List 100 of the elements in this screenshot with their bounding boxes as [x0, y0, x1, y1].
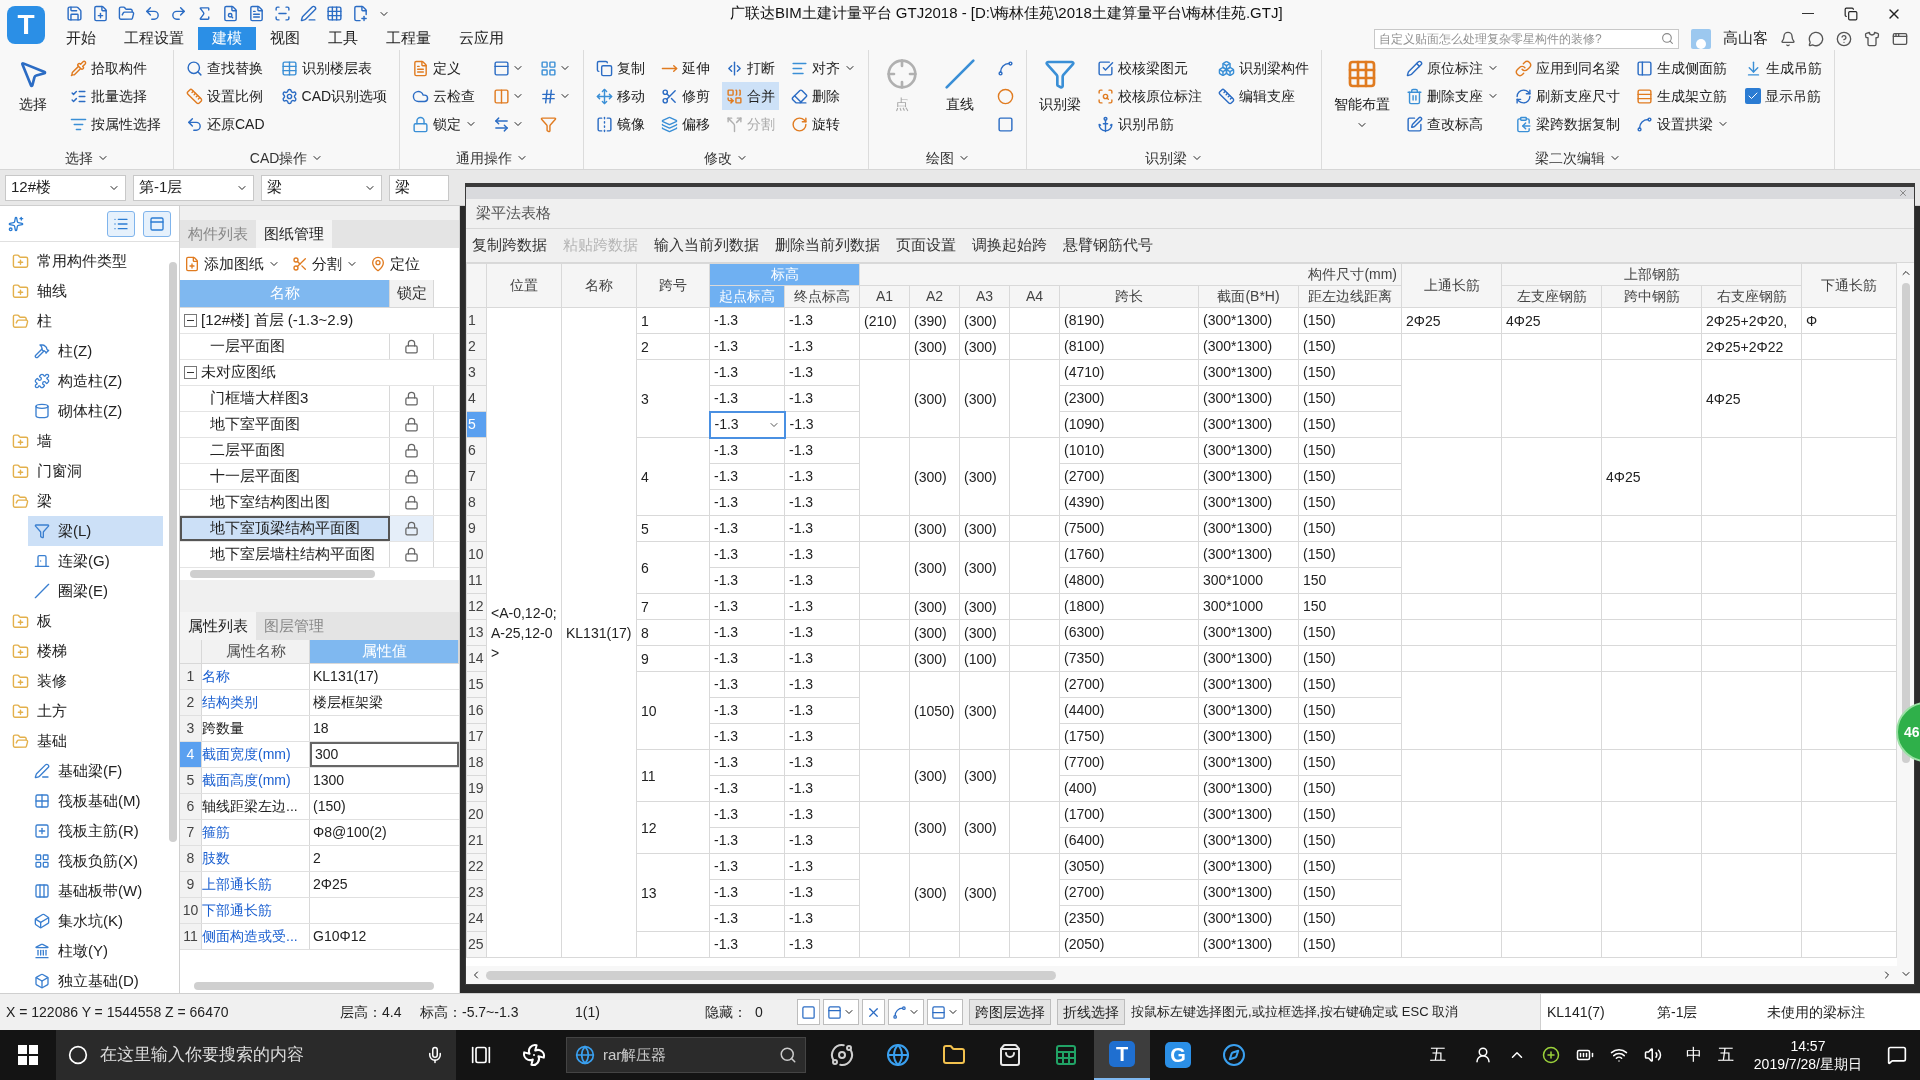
ribbon-button[interactable]: 合并	[722, 82, 780, 110]
tree-item[interactable]: 柱墩(Y)	[28, 936, 163, 966]
tool-button[interactable]	[888, 999, 924, 1025]
toolbar-button[interactable]	[170, 5, 187, 22]
language-indicator[interactable]: 中	[1677, 1043, 1710, 1067]
ribbon-button[interactable]: 旋转	[787, 110, 861, 138]
toolbar-button[interactable]	[118, 5, 135, 22]
toolbar-button[interactable]	[248, 5, 265, 22]
toolbar-button[interactable]	[66, 5, 83, 22]
tree-folder[interactable]: 常用构件类型	[0, 246, 169, 276]
input-mode[interactable]: 五	[1709, 1043, 1742, 1067]
drawing-item[interactable]: 地下室平面图	[180, 412, 390, 437]
menu-tab[interactable]: 工程量	[372, 27, 445, 50]
dropdown[interactable]: 梁	[389, 174, 449, 201]
scrollbar[interactable]	[169, 262, 177, 842]
toolbar-button[interactable]	[352, 5, 369, 22]
toolbar-button[interactable]: 删除当前列数据	[775, 234, 880, 257]
toolbar-button[interactable]	[92, 5, 109, 22]
mode-button[interactable]: 跨图层选择	[969, 999, 1051, 1025]
toolbar-button[interactable]: 定位	[370, 252, 420, 276]
toolbar-button[interactable]: 添加图纸	[184, 252, 280, 276]
ribbon-button[interactable]: 还原CAD	[182, 110, 269, 138]
ribbon-button[interactable]: 删除支座	[1402, 82, 1504, 110]
dropdown-field[interactable]: -1.3	[709, 411, 785, 438]
search-input[interactable]: 自定义贴面怎么处理复杂零星构件的装修?	[1379, 29, 1661, 48]
tree-folder[interactable]: 楼梯	[0, 636, 169, 666]
panel-tab[interactable]: 属性列表	[180, 612, 256, 640]
ribbon-button[interactable]: 偏移	[657, 110, 715, 138]
list-view-button[interactable]	[107, 210, 135, 237]
toolbar-button[interactable]: 页面设置	[896, 234, 956, 257]
clock[interactable]: 14:57 2019/7/28/星期日	[1741, 1037, 1874, 1073]
toolbar-button[interactable]: 调换起始跨	[972, 234, 1047, 257]
address-field[interactable]: rar解压器	[566, 1037, 806, 1073]
ribbon-button[interactable]: 按属性选择	[66, 110, 165, 138]
ribbon-button[interactable]: CAD识别选项	[276, 82, 392, 110]
toolbar-button[interactable]	[222, 5, 239, 22]
drawing-item[interactable]: 地下室结构图出图	[180, 490, 390, 515]
ribbon-button[interactable]: 识别梁	[1035, 54, 1086, 146]
toolbar-button[interactable]: 分割	[292, 252, 358, 276]
drawing-item[interactable]: 地下室顶梁结构平面图	[180, 516, 390, 541]
ribbon-button[interactable]: 批量选择	[66, 82, 165, 110]
tree-item[interactable]: 集水坑(K)	[28, 906, 163, 936]
tree-folder[interactable]: 轴线	[0, 276, 169, 306]
tree-group[interactable]: [12#楼] 首层 (-1.3~2.9)	[201, 309, 354, 332]
tree-item[interactable]: 筏板主筋(R)	[28, 816, 163, 846]
tool-button[interactable]	[862, 999, 885, 1025]
drawing-item[interactable]: 十一层平面图	[180, 464, 390, 489]
tree-folder[interactable]: 柱	[0, 306, 169, 336]
ribbon-button[interactable]: 生成吊筋	[1741, 54, 1827, 82]
tree-item[interactable]: 梁(L)	[28, 516, 163, 546]
ribbon-button[interactable]: 设置比例	[182, 82, 269, 110]
ribbon-button[interactable]: 镜像	[592, 110, 650, 138]
ribbon-button[interactable]: 移动	[592, 82, 650, 110]
dropdown[interactable]: 12#楼	[5, 174, 126, 201]
search-input[interactable]: 在这里输入你要搜索的内容	[100, 1042, 414, 1068]
ribbon-button[interactable]: 直线	[935, 54, 986, 146]
tree-item[interactable]: 连梁(G)	[28, 546, 163, 576]
ribbon-button[interactable]: 删除	[787, 82, 861, 110]
ribbon-button[interactable]: 对齐	[787, 54, 861, 82]
mode-button[interactable]: 折线选择	[1057, 999, 1125, 1025]
tree-folder[interactable]: 墙	[0, 426, 169, 456]
tree-item[interactable]: 圈梁(E)	[28, 576, 163, 606]
user-name[interactable]: 高山客	[1723, 27, 1768, 50]
tree-folder[interactable]: 门窗洞	[0, 456, 169, 486]
restore-button[interactable]	[1844, 6, 1858, 21]
ime-indicator[interactable]: 五	[1417, 1043, 1458, 1067]
collapse-toggle[interactable]	[184, 314, 197, 327]
property-value[interactable]: 300	[312, 744, 339, 765]
toolbar-button[interactable]	[326, 5, 343, 22]
menu-tab[interactable]: 工程设置	[110, 27, 198, 50]
tool-button[interactable]	[797, 999, 820, 1025]
tree-item[interactable]: 筏板基础(M)	[28, 786, 163, 816]
menu-tab[interactable]: 云应用	[445, 27, 518, 50]
toolbar-button[interactable]	[300, 5, 317, 22]
tree-group[interactable]: 未对应图纸	[201, 361, 276, 384]
tree-folder[interactable]: 装修	[0, 666, 169, 696]
menu-tab[interactable]: 工具	[314, 27, 372, 50]
scrollbar[interactable]	[194, 982, 434, 990]
search-field[interactable]: 自定义贴面怎么处理复杂零星构件的装修?	[1374, 28, 1679, 49]
ribbon-button[interactable]: 生成侧面筋	[1632, 54, 1734, 82]
ribbon-button[interactable]: 打断	[722, 54, 780, 82]
scrollbar[interactable]	[190, 570, 375, 578]
toolbar-button[interactable]: 复制跨数据	[472, 234, 547, 257]
drawing-item[interactable]: 二层平面图	[180, 438, 390, 463]
checkbox[interactable]: 显示吊筋	[1741, 82, 1827, 110]
tree-folder[interactable]: 梁	[0, 486, 169, 516]
ribbon-button[interactable]: 校核梁图元	[1093, 54, 1207, 82]
ribbon-button[interactable]: 识别吊筋	[1093, 110, 1207, 138]
tool-button[interactable]	[823, 999, 859, 1025]
ribbon-button[interactable]: 拾取构件	[66, 54, 165, 82]
tree-item[interactable]: 砌体柱(Z)	[28, 396, 163, 426]
tree-item[interactable]: 基础板带(W)	[28, 876, 163, 906]
tool-button[interactable]	[927, 999, 963, 1025]
panel-view-button[interactable]	[143, 210, 171, 237]
taskbar-search[interactable]: 在这里输入你要搜索的内容	[56, 1030, 456, 1080]
ribbon-button[interactable]: 修剪	[657, 82, 715, 110]
tree-folder[interactable]: 土方	[0, 696, 169, 726]
menu-tab[interactable]: 视图	[256, 27, 314, 50]
ribbon-button[interactable]: 刷新支座尺寸	[1511, 82, 1625, 110]
ribbon-button[interactable]: 设置拱梁	[1632, 110, 1734, 138]
